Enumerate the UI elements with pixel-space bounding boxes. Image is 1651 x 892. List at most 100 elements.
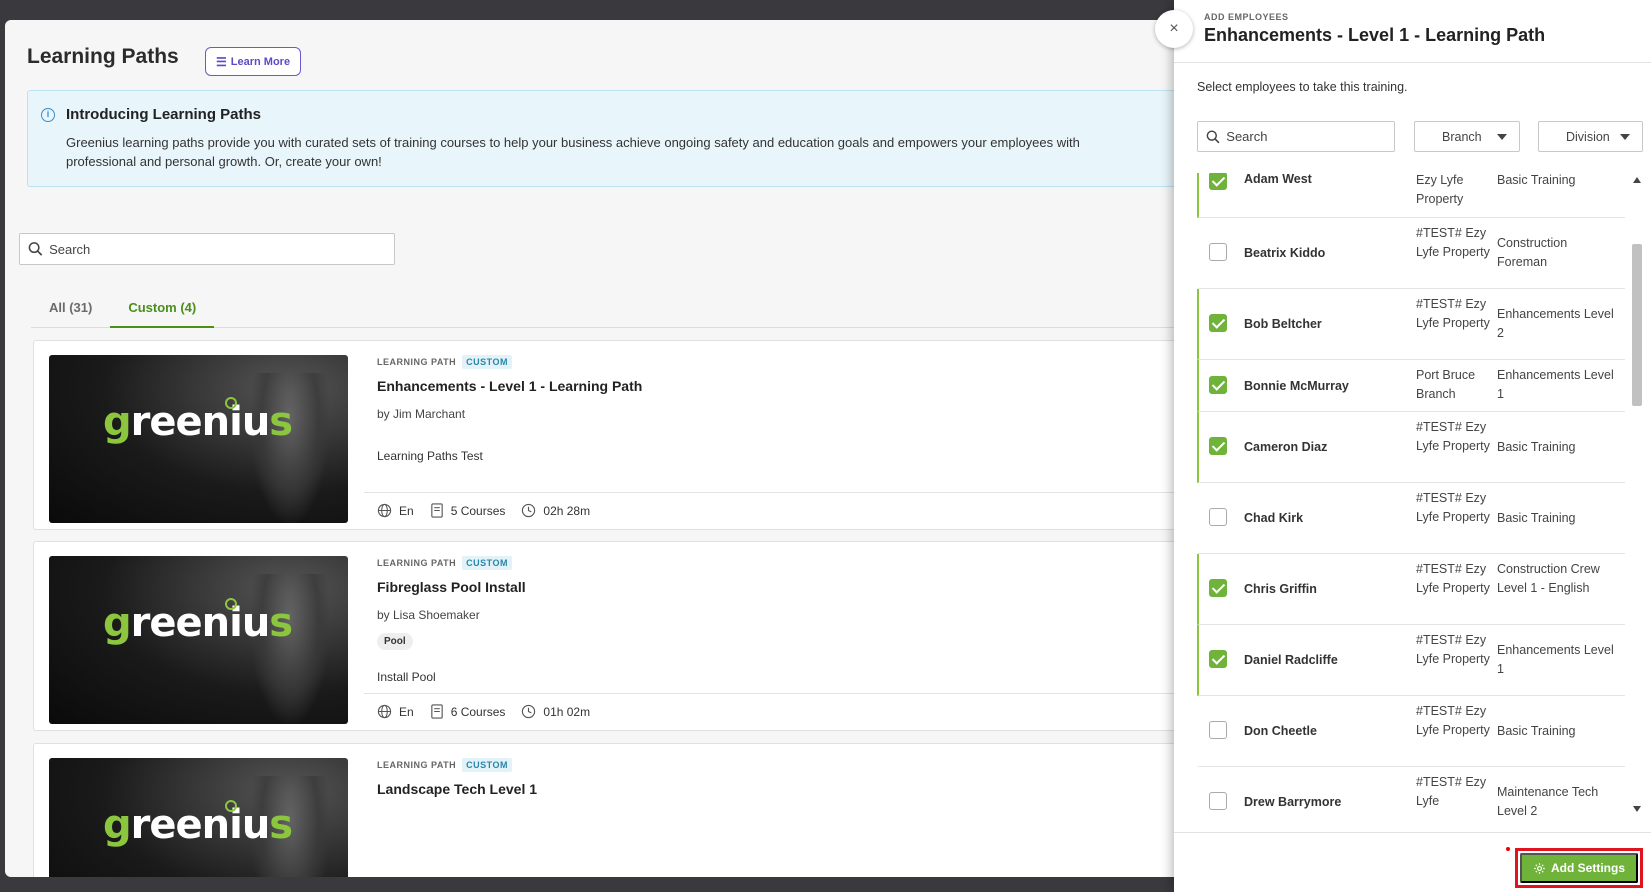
- employee-name: Daniel Radcliffe: [1244, 653, 1338, 667]
- employee-checkbox[interactable]: [1209, 579, 1227, 597]
- card-kind: LEARNING PATH: [377, 760, 457, 770]
- employee-search-input[interactable]: [1226, 129, 1394, 144]
- employee-row[interactable]: Chad Kirk #TEST# Ezy Lyfe Property Basic…: [1197, 483, 1625, 554]
- mower-figure: [250, 373, 330, 523]
- panel-instruction: Select employees to take this training.: [1197, 80, 1408, 94]
- indicator-dot: [1506, 847, 1510, 851]
- filter-tabs: All (31) Custom (4): [31, 294, 1205, 328]
- employee-checkbox[interactable]: [1209, 508, 1227, 526]
- card-courses: 5 Courses: [450, 503, 506, 518]
- card-tag: Pool: [377, 633, 413, 650]
- course-thumbnail[interactable]: greenius: [49, 556, 348, 724]
- employee-row[interactable]: Bonnie McMurray Port Bruce Branch Enhanc…: [1197, 360, 1625, 412]
- card-duration: 02h 28m: [543, 503, 591, 518]
- employee-row[interactable]: Don Cheetle #TEST# Ezy Lyfe Property Bas…: [1197, 696, 1625, 767]
- branch-dropdown-label: Branch: [1442, 129, 1482, 144]
- card-title[interactable]: Fibreglass Pool Install: [377, 579, 526, 595]
- panel-kicker: ADD EMPLOYEES: [1204, 12, 1289, 22]
- employee-branch: Port Bruce Branch: [1416, 368, 1476, 401]
- employee-row[interactable]: Daniel Radcliffe #TEST# Ezy Lyfe Propert…: [1197, 625, 1625, 696]
- employee-checkbox[interactable]: [1209, 437, 1227, 455]
- employee-row[interactable]: Adam West Ezy Lyfe Property Basic Traini…: [1197, 173, 1625, 218]
- learning-path-card[interactable]: greenius LEARNING PATH CUSTOM Fibreglass…: [33, 541, 1205, 731]
- close-icon: ×: [1169, 20, 1179, 37]
- employee-name: Chad Kirk: [1244, 511, 1304, 525]
- employee-checkbox[interactable]: [1209, 376, 1227, 394]
- employee-name: Bonnie McMurray: [1244, 379, 1349, 393]
- intro-body: Greenius learning paths provide you with…: [66, 135, 1080, 169]
- employee-row[interactable]: Beatrix Kiddo #TEST# Ezy Lyfe Property C…: [1197, 218, 1625, 289]
- branch-dropdown[interactable]: Branch: [1414, 121, 1520, 152]
- employee-branch: #TEST# Ezy Lyfe Property: [1416, 633, 1490, 666]
- tab-custom[interactable]: Custom (4): [110, 294, 215, 328]
- search-icon: [1206, 129, 1220, 143]
- add-settings-label: Add Settings: [1551, 861, 1625, 875]
- employee-division: Maintenance Tech Level 2: [1497, 785, 1599, 816]
- employee-branch: #TEST# Ezy Lyfe Property: [1416, 491, 1490, 524]
- panel-title: Enhancements - Level 1 - Learning Path: [1204, 25, 1546, 45]
- employee-branch: #TEST# Ezy Lyfe Property: [1416, 226, 1490, 259]
- search-input[interactable]: [49, 241, 394, 257]
- employee-branch: #TEST# Ezy Lyfe Property: [1416, 297, 1490, 330]
- employee-branch: #TEST# Ezy Lyfe Property: [1416, 420, 1490, 453]
- panel-header-divider: [1174, 62, 1651, 63]
- employee-name: Adam West: [1244, 173, 1312, 186]
- employee-branch: #TEST# Ezy Lyfe Property: [1416, 562, 1490, 595]
- intro-title: Introducing Learning Paths: [66, 106, 262, 123]
- employee-branch: #TEST# Ezy Lyfe: [1416, 775, 1487, 808]
- employee-row[interactable]: Bob Beltcher #TEST# Ezy Lyfe Property En…: [1197, 289, 1625, 360]
- card-description: Learning Paths Test: [377, 449, 483, 463]
- division-dropdown-label: Division: [1566, 129, 1610, 144]
- card-divider: [364, 693, 1205, 694]
- employee-division: Construction Crew Level 1 - English: [1497, 562, 1600, 595]
- division-dropdown[interactable]: Division: [1538, 121, 1643, 152]
- learning-path-card[interactable]: greenius LEARNING PATH CUSTOM Landscape …: [33, 743, 1205, 877]
- tab-all[interactable]: All (31): [31, 294, 110, 328]
- employee-search[interactable]: [1197, 121, 1395, 152]
- employee-list: Adam West Ezy Lyfe Property Basic Traini…: [1197, 173, 1625, 816]
- card-kind: LEARNING PATH: [377, 558, 457, 568]
- course-thumbnail[interactable]: greenius: [49, 758, 348, 877]
- learning-path-search[interactable]: [19, 233, 395, 265]
- book-icon: [430, 503, 443, 518]
- employee-division: Enhancements Level 1: [1497, 368, 1614, 401]
- close-panel-button[interactable]: ×: [1155, 10, 1193, 48]
- learning-paths-page: Learning Paths ☰ Learn More i Introducin…: [5, 20, 1205, 877]
- employee-row[interactable]: Chris Griffin #TEST# Ezy Lyfe Property C…: [1197, 554, 1625, 625]
- book-icon: [430, 704, 443, 719]
- employee-checkbox[interactable]: [1209, 314, 1227, 332]
- employee-name: Cameron Diaz: [1244, 440, 1328, 454]
- employee-branch: #TEST# Ezy Lyfe Property: [1416, 704, 1490, 737]
- scroll-down-arrow-icon[interactable]: [1633, 806, 1641, 812]
- employee-list-scrollbar[interactable]: [1628, 173, 1646, 816]
- caret-down-icon: [1620, 133, 1630, 140]
- card-title[interactable]: Landscape Tech Level 1: [377, 781, 537, 797]
- card-title[interactable]: Enhancements - Level 1 - Learning Path: [377, 378, 642, 394]
- employee-row[interactable]: Drew Barrymore #TEST# Ezy Lyfe Maintenan…: [1197, 767, 1625, 816]
- caret-down-icon: [1497, 133, 1507, 140]
- employee-division: Enhancements Level 2: [1497, 307, 1614, 340]
- employee-division: Construction Foreman: [1497, 236, 1568, 269]
- globe-icon: [377, 704, 392, 719]
- employee-checkbox[interactable]: [1209, 243, 1227, 261]
- learn-more-button[interactable]: ☰ Learn More: [205, 47, 302, 76]
- employee-division: Basic Training: [1497, 440, 1576, 454]
- card-language: En: [399, 704, 414, 719]
- card-author: by Lisa Shoemaker: [377, 608, 480, 622]
- course-thumbnail[interactable]: greenius: [49, 355, 348, 523]
- scroll-up-arrow-icon[interactable]: [1633, 177, 1641, 183]
- employee-name: Beatrix Kiddo: [1244, 246, 1326, 260]
- card-meta: LEARNING PATH CUSTOM: [377, 355, 513, 369]
- add-settings-button[interactable]: Add Settings: [1520, 853, 1638, 883]
- scrollbar-thumb[interactable]: [1632, 244, 1642, 406]
- custom-badge: CUSTOM: [462, 758, 513, 772]
- employee-checkbox[interactable]: [1209, 173, 1227, 190]
- employee-row[interactable]: Cameron Diaz #TEST# Ezy Lyfe Property Ba…: [1197, 412, 1625, 483]
- employee-checkbox[interactable]: [1209, 650, 1227, 668]
- card-courses: 6 Courses: [450, 704, 506, 719]
- card-meta: LEARNING PATH CUSTOM: [377, 556, 513, 570]
- gear-icon: [1534, 862, 1545, 874]
- employee-checkbox[interactable]: [1209, 792, 1227, 810]
- learning-path-card[interactable]: greenius LEARNING PATH CUSTOM Enhancemen…: [33, 340, 1205, 530]
- employee-checkbox[interactable]: [1209, 721, 1227, 739]
